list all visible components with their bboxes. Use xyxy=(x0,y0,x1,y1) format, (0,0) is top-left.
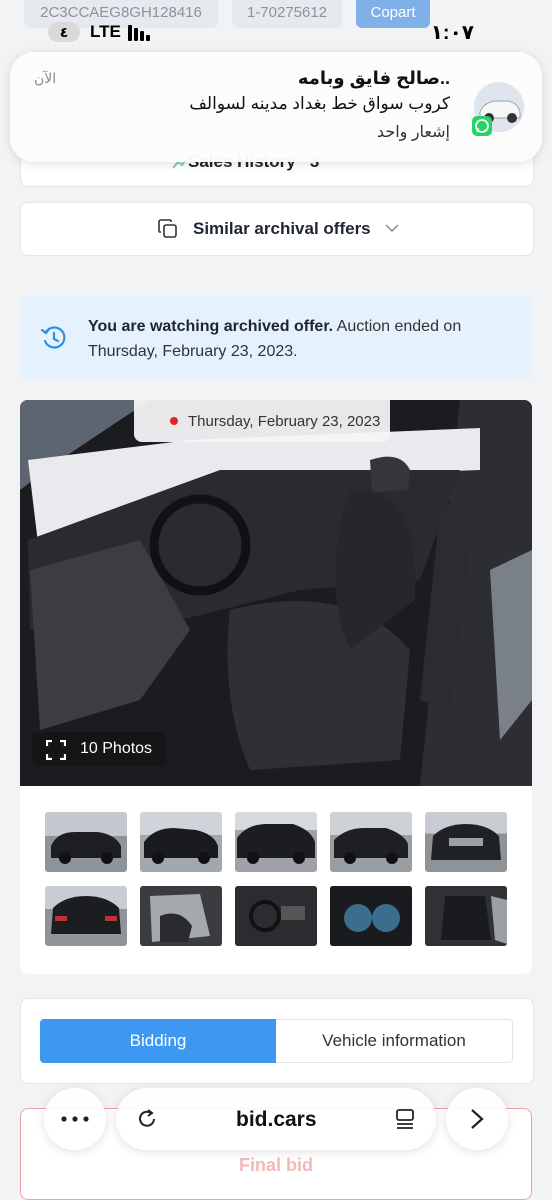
thumbnail[interactable] xyxy=(235,812,317,872)
final-bid-label: Final bid xyxy=(239,1155,313,1175)
notification-time: الآن xyxy=(34,70,57,86)
status-dot xyxy=(170,417,178,425)
auction-date-pill: Thursday, February 23, 2023 xyxy=(134,400,390,442)
browser-toolbar: bid.cars xyxy=(0,1086,552,1152)
notification-banner[interactable]: الآن ..صالح فايق وبامه كروب سواق خط بغدا… xyxy=(10,52,542,162)
notification-count: إشعار واحد xyxy=(376,124,450,141)
network-label: LTE xyxy=(90,22,121,41)
thumbnail[interactable] xyxy=(425,812,507,872)
thumbnail[interactable] xyxy=(140,812,222,872)
more-dots-icon xyxy=(61,1116,89,1122)
thumbnail[interactable] xyxy=(45,886,127,946)
reader-icon[interactable] xyxy=(394,1108,416,1130)
reload-icon[interactable] xyxy=(136,1108,158,1130)
thumbnail[interactable] xyxy=(235,886,317,946)
thumbnail[interactable] xyxy=(425,886,507,946)
notification-message: كروب سواق خط بغداد مدينه لسوالف xyxy=(189,94,450,113)
address-bar[interactable]: bid.cars xyxy=(116,1088,436,1150)
similar-offers-label: Similar archival offers xyxy=(193,219,371,238)
clock: ١:٠٧ xyxy=(430,22,474,44)
fullscreen-icon xyxy=(46,740,66,760)
auction-date: Thursday, February 23, 2023 xyxy=(188,413,381,430)
photos-count-label: 10 Photos xyxy=(80,740,153,757)
thumbnail[interactable] xyxy=(45,812,127,872)
tab-vehicle-information[interactable]: Vehicle information xyxy=(276,1019,513,1063)
history-icon xyxy=(40,326,66,349)
archived-offer-text: You are watching archived offer. Auction… xyxy=(88,318,462,360)
thumbnail[interactable] xyxy=(140,886,222,946)
copy-icon xyxy=(158,219,177,238)
chevron-right-icon xyxy=(471,1109,484,1129)
more-button[interactable] xyxy=(44,1088,106,1150)
photo-gallery: Thursday, February 23, 2023 10 Photos xyxy=(20,400,532,974)
thumbnail[interactable] xyxy=(330,886,412,946)
similar-offers-dropdown[interactable]: Similar archival offers xyxy=(20,202,534,256)
thumbnail[interactable] xyxy=(330,812,412,872)
status-bar: ٤ LTE ١:٠٧ xyxy=(0,20,552,46)
tab-bidding[interactable]: Bidding xyxy=(40,1019,276,1063)
tabs-container: Bidding Vehicle information xyxy=(20,998,534,1084)
whatsapp-icon xyxy=(472,116,492,136)
battery-indicator: ٤ xyxy=(48,22,80,42)
forward-button[interactable] xyxy=(446,1088,508,1150)
archived-offer-alert: You are watching archived offer. Auction… xyxy=(20,296,532,380)
notification-sender: ..صالح فايق وبامه xyxy=(297,68,450,88)
photos-count-button[interactable]: 10 Photos xyxy=(32,732,166,766)
url-text[interactable]: bid.cars xyxy=(236,1108,317,1132)
signal-icon xyxy=(128,25,156,41)
chevron-down-icon xyxy=(385,224,399,233)
main-photo[interactable]: Thursday, February 23, 2023 10 Photos xyxy=(20,400,532,786)
